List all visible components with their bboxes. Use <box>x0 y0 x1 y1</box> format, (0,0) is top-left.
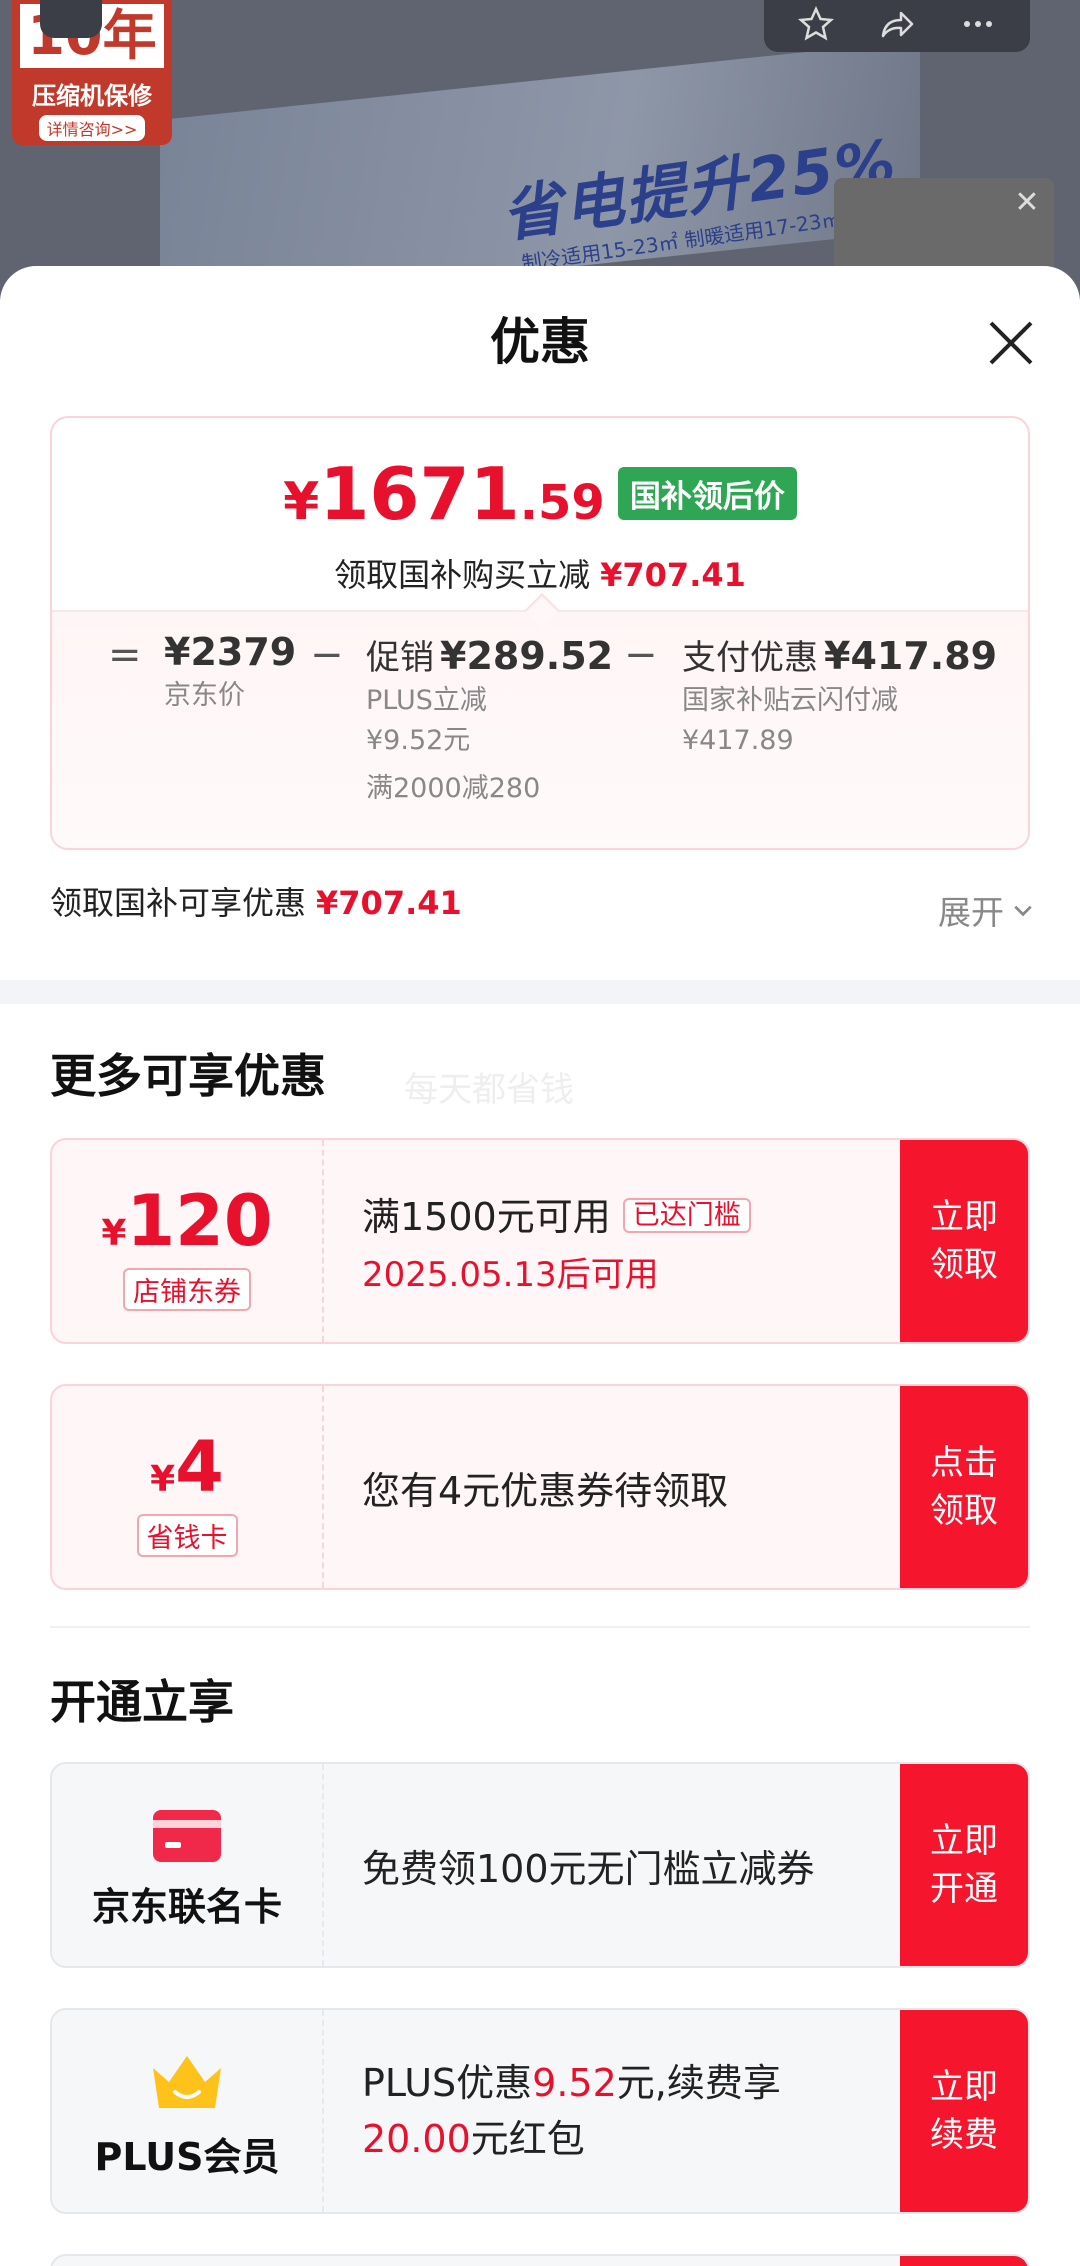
price-breakdown-card: ¥1671.59 国补领后价 领取国补购买立减 ¥707.41 = ¥2379 京… <box>50 416 1030 850</box>
share-icon[interactable] <box>877 4 917 48</box>
top-action-bar <box>764 0 1030 52</box>
jd-price-column: ¥2379 京东价 <box>164 630 296 716</box>
promo-detail: ¥9.52元 <box>366 725 471 756</box>
claim-savings-card-label: 点击领取 <box>930 1443 998 1531</box>
claim-coupon-label: 立即领取 <box>930 1197 998 1285</box>
coupon-info: 满1500元可用 已达门槛 2025.05.13后可用 <box>362 1140 898 1342</box>
more-offers-title: 更多可享优惠 <box>50 1049 326 1103</box>
back-button[interactable] <box>40 0 102 38</box>
membership-benefit: 免费领100元无门槛立减券 <box>362 1846 815 1891</box>
membership-name: 京东联名卡 <box>91 1885 282 1929</box>
equals-sign: = <box>108 632 142 678</box>
star-icon[interactable] <box>796 4 836 48</box>
coupon-amount: ¥120 <box>52 1180 322 1262</box>
product-page-background: 省电提升25% 制冷适用15-23㎡ 制暖适用17-23㎡ 10年 压缩机保修 … <box>0 0 1080 300</box>
promo-detail: PLUS立减 <box>366 685 487 716</box>
saving-line: 领取国补购买立减 ¥707.41 <box>52 550 1028 596</box>
benefit-text: PLUS优惠 <box>362 2061 533 2105</box>
jd-price-label: 京东价 <box>164 680 245 711</box>
coupon-amount: ¥4 <box>52 1426 322 1508</box>
total-discount-line: 领取国补可享优惠 ¥707.41 <box>50 878 462 924</box>
saving-label: 领取国补购买立减 <box>334 556 591 594</box>
section-separator <box>50 1626 1030 1628</box>
payment-column: 支付优惠 ¥417.89 国家补贴云闪付减 ¥417.89 <box>682 630 997 761</box>
coupon-amount-block: ¥120 店铺东券 <box>52 1140 324 1342</box>
claim-coupon-button[interactable]: 立即领取 <box>900 1140 1028 1342</box>
membership-brand-block: PLUS会员 <box>52 2010 324 2212</box>
close-icon[interactable] <box>986 318 1036 368</box>
coupon-condition: 您有4元优惠券待领取 <box>362 1468 729 1513</box>
open-card-button[interactable]: 立即开通 <box>900 1764 1028 1966</box>
claim-savings-card-button[interactable]: 点击领取 <box>900 1386 1028 1588</box>
renew-label: 立即续费 <box>930 2067 998 2155</box>
watermark: 每天都省钱 <box>404 1070 574 1110</box>
final-price: ¥1671.59 国补领后价 <box>52 452 1028 536</box>
coupon-type-tag: 店铺东券 <box>123 1268 251 1311</box>
coupon-valid-date: 2025.05.13后可用 <box>362 1255 659 1295</box>
renew-button[interactable]: 立即续费 <box>900 2010 1028 2212</box>
jd-price-value: ¥2379 <box>164 630 297 674</box>
open-card-label: 立即开通 <box>930 1821 998 1909</box>
more-icon[interactable] <box>958 4 998 48</box>
membership-info: 免费领100元无门槛立减券 <box>362 1764 898 1966</box>
total-value: ¥707.41 <box>316 884 462 922</box>
sheet-title: 优惠 <box>490 313 590 371</box>
expand-label: 展开 <box>938 893 1004 932</box>
partial-action-button[interactable] <box>900 2256 1028 2266</box>
payment-value-line: 支付优惠 ¥417.89 <box>682 630 997 679</box>
coupon-info: 您有4元优惠券待领取 <box>362 1386 898 1588</box>
promo-value: ¥289.52 <box>440 634 614 678</box>
membership-brand-block: 京东联名卡 <box>52 1764 324 1966</box>
expand-button[interactable]: 展开 <box>938 886 1034 934</box>
payment-detail: 国家补贴云闪付减 <box>682 685 898 716</box>
promo-label: 促销 <box>366 638 434 678</box>
credit-card-icon <box>52 1808 322 1868</box>
chevron-down-icon <box>1014 905 1032 917</box>
minus-sign: − <box>310 632 344 678</box>
membership-name: PLUS会员 <box>94 2135 280 2179</box>
membership-card: 京东联名卡 免费领100元无门槛立减券 立即开通 <box>50 1762 1030 1968</box>
coupon-condition-text: 满1500元可用 <box>362 1195 611 1239</box>
discount-sheet: 优惠 ¥1671.59 国补领后价 领取国补购买立减 ¥707.41 = ¥237… <box>0 266 1080 2266</box>
saving-value: ¥707.41 <box>600 556 746 594</box>
benefit-text: 元,续费享 <box>616 2061 781 2105</box>
coupon-currency: ¥ <box>101 1213 127 1254</box>
benefit-amount: 9.52 <box>532 2061 617 2105</box>
payment-detail: ¥417.89 <box>682 725 794 756</box>
promo-detail: 满2000减280 <box>366 773 541 804</box>
coupon-value: 4 <box>175 1426 224 1508</box>
benefit-amount: 20.00 <box>362 2117 471 2161</box>
coupon-currency: ¥ <box>150 1459 176 1500</box>
membership-card-partial <box>50 2254 1030 2266</box>
membership-offers-title: 开通立享 <box>50 1675 234 1729</box>
warranty-label: 压缩机保修 <box>32 82 152 110</box>
membership-info: PLUS优惠9.52元,续费享 20.00元红包 <box>362 2010 898 2212</box>
payment-value: ¥417.89 <box>824 634 998 678</box>
crown-icon <box>52 2050 322 2118</box>
price-integer: 1671 <box>319 452 520 536</box>
price-decimal: .59 <box>519 475 605 531</box>
total-label: 领取国补可享优惠 <box>50 884 307 922</box>
section-divider <box>0 980 1080 1004</box>
coupon-type-tag: 省钱卡 <box>136 1514 238 1557</box>
membership-card: PLUS会员 PLUS优惠9.52元,续费享 20.00元红包 立即续费 <box>50 2008 1030 2214</box>
membership-benefit: PLUS优惠9.52元,续费享 20.00元红包 <box>362 2055 898 2167</box>
benefit-text: 元红包 <box>470 2117 585 2161</box>
coupon-card: ¥4 省钱卡 您有4元优惠券待领取 点击领取 <box>50 1384 1030 1590</box>
subsidy-price-tag: 国补领后价 <box>617 467 797 520</box>
price-formula: = ¥2379 京东价 − 促销 ¥289.52 PLUS立减 ¥9.52元 满2… <box>52 610 1028 848</box>
promo-value-line: 促销 ¥289.52 <box>366 630 613 679</box>
coupon-value: 120 <box>126 1180 273 1262</box>
coupon-amount-block: ¥4 省钱卡 <box>52 1386 324 1588</box>
promo-column: 促销 ¥289.52 PLUS立减 ¥9.52元 满2000减280 <box>366 630 613 809</box>
coupon-card: ¥120 店铺东券 满1500元可用 已达门槛 2025.05.13后可用 立即领… <box>50 1138 1030 1344</box>
minus-sign: − <box>624 632 658 678</box>
coupon-condition: 满1500元可用 已达门槛 <box>362 1186 898 1241</box>
video-close-icon[interactable]: ✕ <box>1008 184 1046 222</box>
final-price-section: ¥1671.59 国补领后价 领取国补购买立减 ¥707.41 <box>52 418 1028 618</box>
currency-symbol: ¥ <box>283 472 320 532</box>
warranty-details: 详情咨询>> <box>38 115 146 141</box>
payment-label: 支付优惠 <box>682 638 818 678</box>
threshold-reached-badge: 已达门槛 <box>622 1198 751 1233</box>
